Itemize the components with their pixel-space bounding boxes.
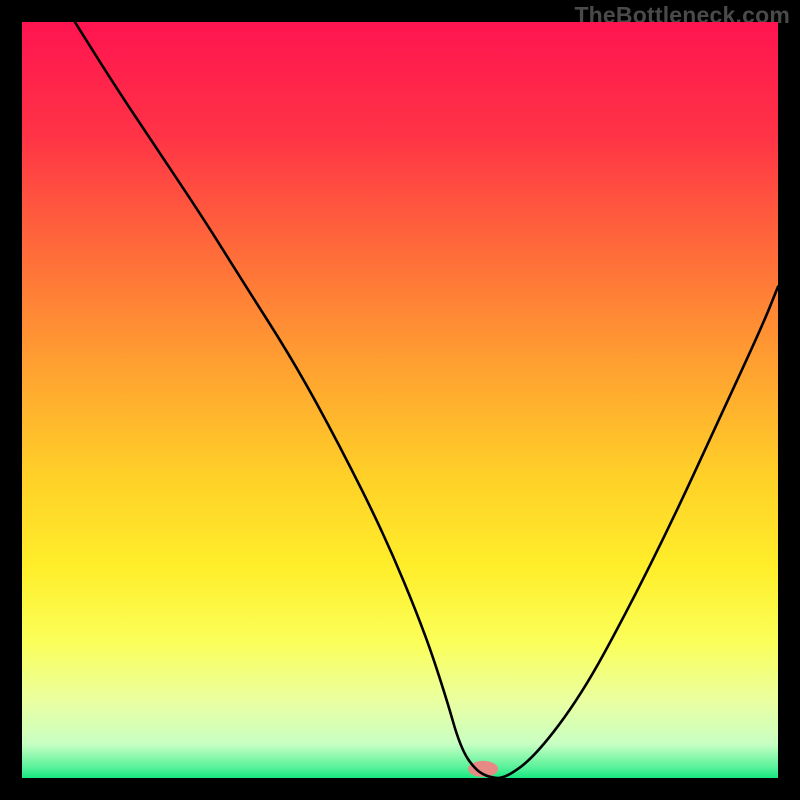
chart-svg bbox=[22, 22, 778, 778]
chart-frame: TheBottleneck.com bbox=[0, 0, 800, 800]
plot-area bbox=[22, 22, 778, 778]
gradient-background bbox=[22, 22, 778, 778]
